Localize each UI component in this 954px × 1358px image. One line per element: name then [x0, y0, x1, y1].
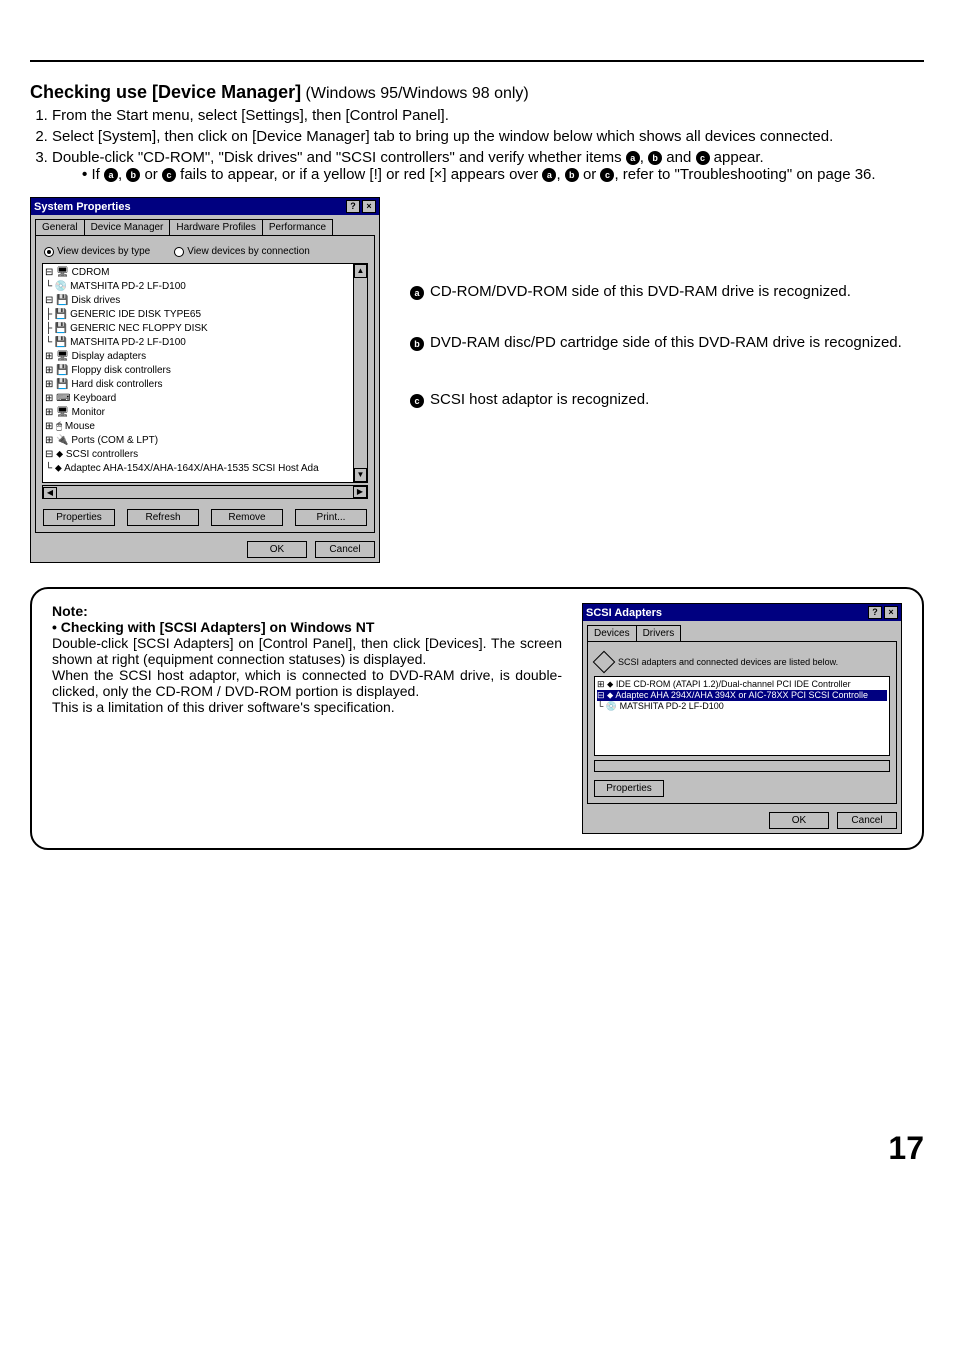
remove-button[interactable]: Remove: [211, 509, 283, 526]
scrollbar-horizontal[interactable]: [594, 760, 890, 772]
scrollbar-horizontal[interactable]: ◀ ▶: [42, 485, 368, 499]
tree-item[interactable]: ├ 💾 GENERIC NEC FLOPPY DISK: [45, 322, 365, 336]
tree-item[interactable]: ⊞ 🖱 Mouse: [45, 420, 365, 434]
radio-dot-icon: [44, 247, 54, 257]
tree-item[interactable]: ⊞ 🖥 Display adapters: [45, 350, 365, 364]
tree-item[interactable]: ⊞ 💾 Hard disk controllers: [45, 378, 365, 392]
badge-b-icon: b: [648, 151, 662, 165]
help-icon[interactable]: ?: [346, 200, 360, 213]
tab-general[interactable]: General: [35, 219, 85, 235]
close-icon[interactable]: ×: [884, 606, 898, 619]
annotation-c: cSCSI host adaptor is recognized.: [410, 391, 924, 408]
note-text: Double-click [SCSI Adapters] on [Control…: [52, 635, 562, 667]
cancel-button[interactable]: Cancel: [315, 541, 375, 558]
tree-item[interactable]: └ 💿 MATSHITA PD-2 LF-D100: [45, 280, 365, 294]
tree-item[interactable]: ⊞ 💾 Floppy disk controllers: [45, 364, 365, 378]
scroll-down-icon[interactable]: ▼: [354, 468, 367, 482]
heading-subtitle: (Windows 95/Windows 98 only): [306, 85, 529, 102]
badge-c-icon: c: [696, 151, 710, 165]
system-properties-window: System Properties ? × General Device Man…: [30, 197, 380, 563]
note-text: This is a limitation of this driver soft…: [52, 699, 562, 715]
step-3: Double-click "CD-ROM", "Disk drives" and…: [52, 149, 924, 183]
ok-button[interactable]: OK: [247, 541, 307, 558]
tab-drivers[interactable]: Drivers: [636, 625, 682, 641]
page-number: 17: [30, 1130, 924, 1167]
tree-item[interactable]: └ ⬥ Adaptec AHA-154X/AHA-164X/AHA-1535 S…: [45, 462, 365, 476]
steps-list: From the Start menu, select [Settings], …: [30, 107, 924, 183]
tree-item[interactable]: ⊟ ⬥ SCSI controllers: [45, 448, 365, 462]
titlebar: System Properties ? ×: [31, 198, 379, 215]
tree-item[interactable]: └ 💾 MATSHITA PD-2 LF-D100: [45, 336, 365, 350]
badge-a-icon: a: [626, 151, 640, 165]
device-tree[interactable]: ⊟ 🖥 CDROM └ 💿 MATSHITA PD-2 LF-D100 ⊟ 💾 …: [42, 263, 368, 483]
tab-hardware-profiles[interactable]: Hardware Profiles: [169, 219, 262, 235]
section-heading: Checking use [Device Manager] (Windows 9…: [30, 82, 924, 103]
titlebar: SCSI Adapters ? ×: [583, 604, 901, 621]
step-2: Select [System], then click on [Device M…: [52, 128, 924, 145]
note-box: Note: • Checking with [SCSI Adapters] on…: [30, 587, 924, 850]
list-item[interactable]: ⊞ ⬥ IDE CD-ROM (ATAPI 1.2)/Dual-channel …: [597, 679, 887, 690]
scroll-right-icon[interactable]: ▶: [353, 486, 367, 498]
scrollbar-vertical[interactable]: ▲ ▼: [353, 264, 367, 482]
window-title: System Properties: [34, 201, 131, 213]
tree-item[interactable]: ⊟ 🖥 CDROM: [45, 266, 365, 280]
tab-strip: General Device Manager Hardware Profiles…: [31, 215, 379, 235]
diamond-icon: [593, 651, 616, 674]
radio-dot-icon: [174, 247, 184, 257]
refresh-button[interactable]: Refresh: [127, 509, 199, 526]
tree-item[interactable]: ├ 💾 GENERIC IDE DISK TYPE65: [45, 308, 365, 322]
step-3-sub: • If a, b or c fails to appear, or if a …: [82, 166, 924, 183]
note-text: When the SCSI host adaptor, which is con…: [52, 667, 562, 699]
heading-title: Checking use [Device Manager]: [30, 82, 301, 102]
tree-item[interactable]: ⊟ 💾 Disk drives: [45, 294, 365, 308]
list-item-selected[interactable]: ⊟ ⬥ Adaptec AHA 294X/AHA 394X or AIC-78X…: [597, 690, 887, 701]
info-message: SCSI adapters and connected devices are …: [596, 654, 888, 670]
window-title: SCSI Adapters: [586, 607, 662, 619]
print-button[interactable]: Print...: [295, 509, 367, 526]
note-subheading: • Checking with [SCSI Adapters] on Windo…: [52, 619, 562, 635]
scroll-left-icon[interactable]: ◀: [43, 487, 57, 499]
tab-device-manager[interactable]: Device Manager: [84, 219, 171, 235]
scroll-up-icon[interactable]: ▲: [354, 264, 367, 278]
annotation-a: aCD-ROM/DVD-ROM side of this DVD-RAM dri…: [410, 283, 924, 300]
tree-item[interactable]: ⊞ ⌨ Keyboard: [45, 392, 365, 406]
note-heading: Note:: [52, 603, 562, 619]
tree-item[interactable]: ⊞ 🖥 Monitor: [45, 406, 365, 420]
ok-button[interactable]: OK: [769, 812, 829, 829]
radio-view-by-type[interactable]: View devices by type: [44, 246, 150, 257]
annotation-b: bDVD-RAM disc/PD cartridge side of this …: [410, 334, 924, 351]
properties-button[interactable]: Properties: [43, 509, 115, 526]
list-item[interactable]: └ 💿 MATSHITA PD-2 LF-D100: [597, 701, 887, 712]
tab-performance[interactable]: Performance: [262, 219, 333, 235]
adapter-list[interactable]: ⊞ ⬥ IDE CD-ROM (ATAPI 1.2)/Dual-channel …: [594, 676, 890, 756]
step-1: From the Start menu, select [Settings], …: [52, 107, 924, 124]
close-icon[interactable]: ×: [362, 200, 376, 213]
help-icon[interactable]: ?: [868, 606, 882, 619]
annotations: aCD-ROM/DVD-ROM side of this DVD-RAM dri…: [410, 197, 924, 442]
cancel-button[interactable]: Cancel: [837, 812, 897, 829]
tab-devices[interactable]: Devices: [587, 625, 637, 641]
properties-button[interactable]: Properties: [594, 780, 664, 797]
radio-view-by-connection[interactable]: View devices by connection: [174, 246, 310, 257]
tree-item[interactable]: ⊞ 🔌 Ports (COM & LPT): [45, 434, 365, 448]
scsi-adapters-window: SCSI Adapters ? × Devices Drivers SCSI a…: [582, 603, 902, 834]
